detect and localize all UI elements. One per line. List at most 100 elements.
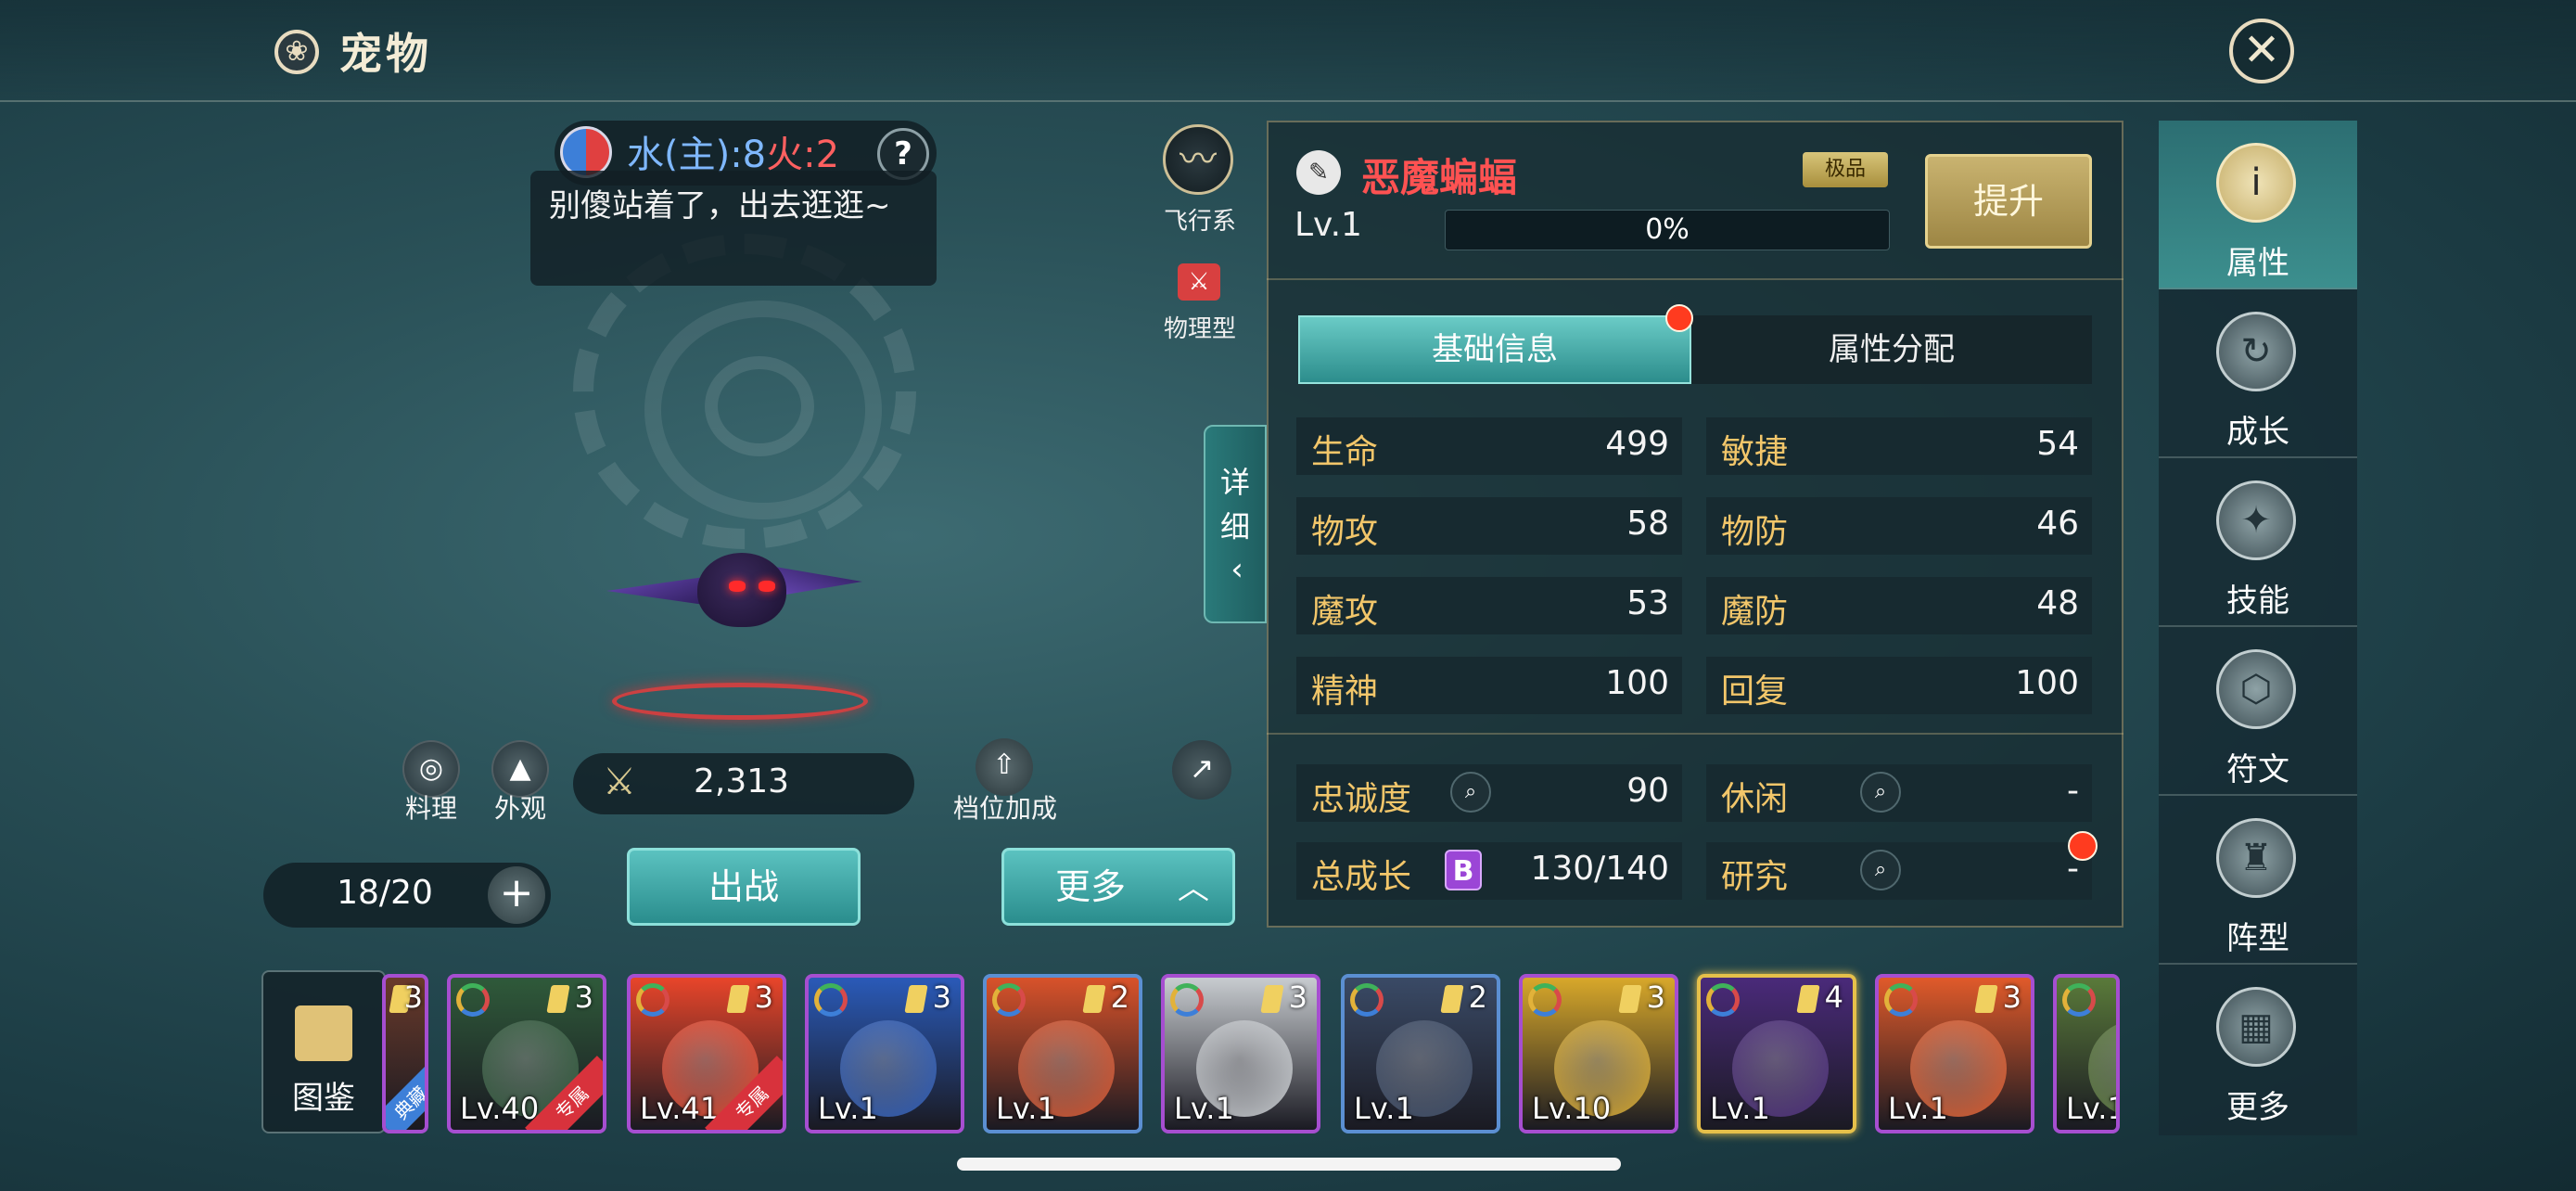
card-star-icon bbox=[1260, 985, 1284, 1013]
fly-type-label: 飞行系 bbox=[1163, 208, 1236, 236]
element-ring-icon bbox=[2062, 983, 2096, 1017]
card-count: 3 bbox=[2002, 980, 2021, 1015]
pet-card[interactable]: 3 Lv.1 bbox=[805, 974, 964, 1133]
card-count: 3 bbox=[754, 980, 773, 1015]
pet-name: 恶魔蝙蝠 bbox=[1361, 155, 1518, 200]
magnifier-icon[interactable]: ⌕ bbox=[1860, 850, 1901, 890]
pet-level: Lv.1 bbox=[1294, 206, 1362, 244]
card-level: Lv.40 bbox=[460, 1091, 540, 1126]
magnifier-icon[interactable]: ⌕ bbox=[1860, 772, 1901, 813]
grid-icon: ▦ bbox=[2216, 987, 2296, 1067]
nav-label: 更多 bbox=[2226, 1089, 2289, 1126]
slot-bonus-icon[interactable]: ⇧ bbox=[976, 738, 1033, 796]
stat-label: 回复 bbox=[1721, 672, 1789, 711]
expand-capacity-button[interactable]: + bbox=[488, 866, 545, 924]
card-star-icon bbox=[726, 985, 750, 1013]
stat-value: 53 bbox=[1626, 584, 1669, 622]
physical-type-label: 物理型 bbox=[1163, 315, 1236, 343]
pet-speech-bubble: 别傻站着了，出去逛逛~ bbox=[530, 171, 937, 286]
card-level: Lv.1 bbox=[996, 1091, 1056, 1126]
deploy-button[interactable]: 出战 bbox=[627, 848, 861, 926]
idle-label: 休闲 bbox=[1721, 780, 1789, 818]
research-value: - bbox=[2067, 850, 2079, 888]
element-ring-icon bbox=[1884, 983, 1918, 1017]
slot-bonus-label: 档位加成 bbox=[952, 793, 1057, 824]
element-ring-icon bbox=[1350, 983, 1384, 1017]
growth-value: 130/140 bbox=[1530, 850, 1669, 888]
card-count: 3 bbox=[1646, 980, 1665, 1015]
pet-card[interactable]: 3 Lv.40 专属 bbox=[447, 974, 606, 1133]
tower-icon: ♜ bbox=[2216, 818, 2296, 898]
info-icon: i bbox=[2216, 143, 2296, 223]
pet-pedestal-ring bbox=[612, 683, 868, 720]
card-count: 3 bbox=[932, 980, 951, 1015]
card-count: 2 bbox=[1110, 980, 1129, 1015]
upgrade-button[interactable]: 提升 bbox=[1925, 154, 2092, 249]
chevron-up-icon: ︿ bbox=[1178, 870, 1209, 907]
card-count: 3 bbox=[574, 980, 593, 1015]
pet-card[interactable]: Lv.1 bbox=[2053, 974, 2120, 1133]
stat-label: 敏捷 bbox=[1721, 433, 1789, 471]
stat-value: 100 bbox=[1605, 664, 1669, 702]
nav-label: 符文 bbox=[2226, 751, 2289, 788]
rune-hexagon-icon: ⬡ bbox=[2216, 649, 2296, 729]
combat-power-value: 2,313 bbox=[694, 762, 790, 800]
home-indicator[interactable] bbox=[957, 1158, 1621, 1171]
card-star-icon bbox=[1974, 985, 1998, 1013]
magnifier-icon[interactable]: ⌕ bbox=[1450, 772, 1491, 813]
stat-value: 46 bbox=[2036, 505, 2079, 543]
growth-label: 总成长 bbox=[1311, 858, 1412, 896]
pencil-icon[interactable]: ✎ bbox=[1296, 150, 1341, 195]
card-count: 2 bbox=[1468, 980, 1487, 1015]
sword-icon[interactable]: ⚔ bbox=[1178, 263, 1220, 301]
nav-label: 阵型 bbox=[2226, 920, 2289, 957]
element-ring-icon bbox=[456, 983, 490, 1017]
pet-card[interactable]: 2 Lv.1 bbox=[983, 974, 1142, 1133]
card-star-icon bbox=[1082, 985, 1106, 1013]
page-title: 宠物 bbox=[339, 29, 432, 79]
research-label: 研究 bbox=[1721, 858, 1789, 896]
chevron-left-icon: ‹ bbox=[1231, 551, 1243, 588]
pet-paw-icon bbox=[274, 30, 319, 74]
loyalty-label: 忠诚度 bbox=[1311, 780, 1412, 818]
stat-label: 魔攻 bbox=[1311, 593, 1379, 631]
stat-label: 魔防 bbox=[1721, 593, 1789, 631]
pet-card[interactable]: 3 Lv.41 专属 bbox=[627, 974, 786, 1133]
card-star-icon bbox=[1796, 985, 1820, 1013]
pet-card[interactable]: 2 Lv.1 bbox=[1341, 974, 1500, 1133]
card-level: Lv.41 bbox=[640, 1091, 720, 1126]
card-level: Lv.1 bbox=[1888, 1091, 1948, 1126]
wings-icon[interactable]: 〰 bbox=[1163, 124, 1233, 195]
card-level: Lv.1 bbox=[1174, 1091, 1234, 1126]
tab-attribute-allocation[interactable]: 属性分配 bbox=[1691, 315, 2092, 384]
tab-basic-info[interactable]: 基础信息 bbox=[1298, 315, 1691, 384]
stat-label: 生命 bbox=[1311, 433, 1379, 471]
card-count: 4 bbox=[1824, 980, 1843, 1015]
pet-card[interactable]: 4 Lv.1 bbox=[1697, 974, 1856, 1133]
pet-card[interactable]: 3 Lv.1 bbox=[1161, 974, 1320, 1133]
growth-swirl-icon: ↻ bbox=[2216, 312, 2296, 391]
nav-label: 技能 bbox=[2226, 583, 2289, 620]
divider bbox=[1267, 278, 2123, 280]
grade-badge: 极品 bbox=[1803, 152, 1888, 187]
card-count: 3 bbox=[403, 980, 423, 1015]
card-count: 3 bbox=[1288, 980, 1307, 1015]
stat-value: 100 bbox=[2015, 664, 2079, 702]
pet-card[interactable]: 3 典藏 bbox=[382, 974, 428, 1133]
close-button[interactable]: ✕ bbox=[2229, 19, 2294, 83]
idle-value: - bbox=[2067, 772, 2079, 810]
card-star-icon bbox=[904, 985, 928, 1013]
card-star-icon bbox=[1440, 985, 1464, 1013]
pet-card[interactable]: 3 Lv.1 bbox=[1875, 974, 2034, 1133]
card-star-icon bbox=[546, 985, 570, 1013]
card-star-icon bbox=[1618, 985, 1642, 1013]
pet-card[interactable]: 3 Lv.10 bbox=[1519, 974, 1678, 1133]
divider bbox=[1267, 733, 2123, 735]
element-ring-icon bbox=[992, 983, 1026, 1017]
card-level: Lv.10 bbox=[1532, 1091, 1612, 1126]
nav-label: 成长 bbox=[2226, 414, 2289, 451]
stat-label: 物攻 bbox=[1311, 513, 1379, 551]
atlas-label: 图鉴 bbox=[292, 1080, 355, 1117]
share-icon[interactable]: ↗ bbox=[1172, 740, 1231, 800]
cook-label: 料理 bbox=[404, 793, 457, 824]
